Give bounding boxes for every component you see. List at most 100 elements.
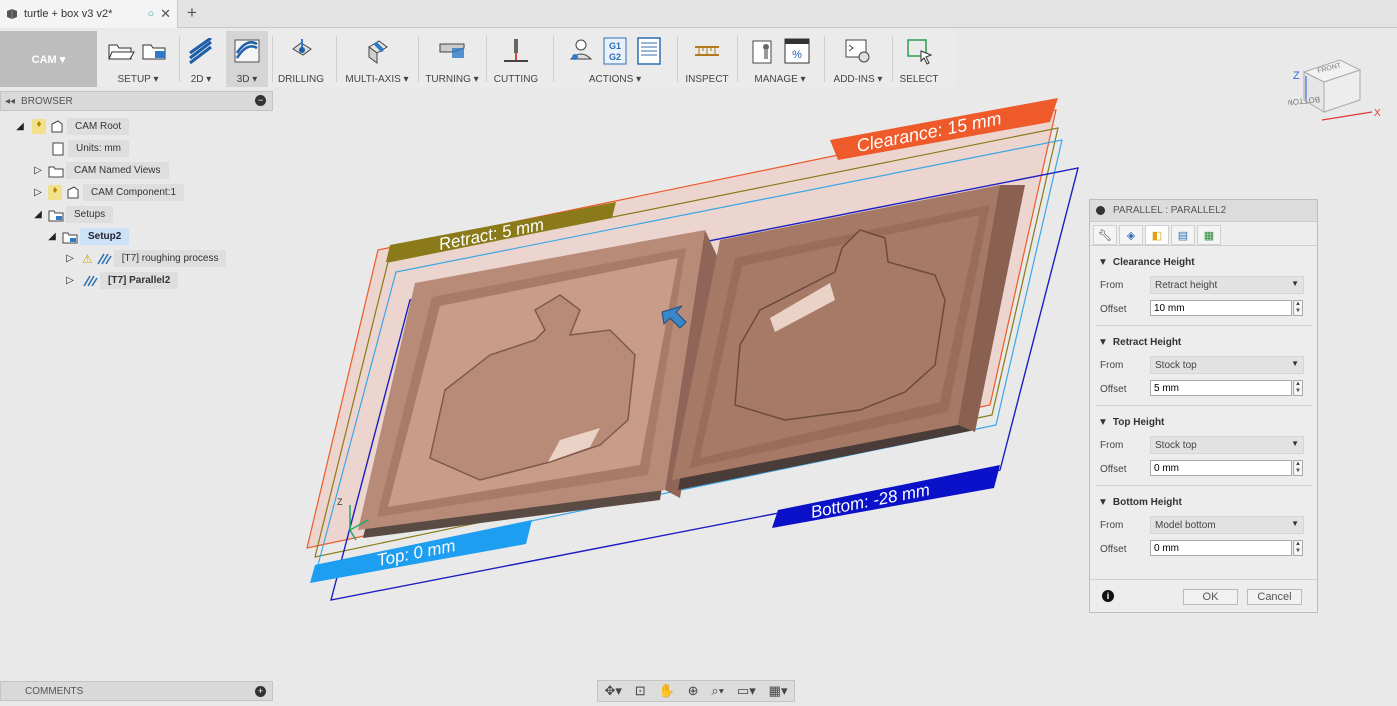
tree-node-parallel2[interactable]: ▷ [T7] Parallel2 — [64, 272, 179, 289]
comments-bar[interactable]: COMMENTS + — [0, 681, 273, 701]
toolbar: CAM ▾ SETUP ▾ 2D ▾ 3D ▾ DRILLING MULTI-A… — [0, 31, 955, 87]
actions-group[interactable]: G1 G2 ACTIONS ▾ — [556, 31, 674, 87]
measure-icon[interactable] — [693, 37, 721, 65]
tree-node-cam-root[interactable]: ◢ ♦ CAM Root — [14, 118, 130, 135]
tree-label: Setups — [66, 206, 114, 223]
cancel-button[interactable]: Cancel — [1247, 589, 1302, 605]
tree-node-named-views[interactable]: ▷ CAM Named Views — [32, 162, 169, 179]
tool-library-icon[interactable] — [749, 37, 777, 65]
look-at-icon[interactable]: ⊡ — [635, 683, 646, 699]
tool-tab-icon[interactable]: 🔧︎ — [1093, 225, 1117, 245]
template-library-icon[interactable]: % — [783, 37, 811, 65]
navigation-bar: ✥▾ ⊡ ✋ ⊕ ⌕▾ ▭▾ ▦▾ — [597, 680, 795, 702]
addins-group[interactable]: ADD-INS ▾ — [827, 31, 889, 87]
add-comment-icon[interactable]: + — [255, 686, 266, 697]
passes-tab-icon[interactable]: ▤ — [1171, 225, 1195, 245]
browser-header[interactable]: ◂◂ BROWSER − — [0, 91, 273, 111]
collapsed-arrow-icon[interactable]: ▷ — [32, 187, 44, 198]
geometry-tab-icon[interactable]: ◈ — [1119, 225, 1143, 245]
dropdown-arrow-icon: ▼ — [1291, 359, 1299, 368]
bottom-from-select[interactable]: Model bottom ▼ — [1150, 516, 1304, 534]
setup-sheet-icon[interactable] — [635, 37, 663, 65]
inspect-group[interactable]: INSPECT — [680, 31, 734, 87]
section-toggle[interactable]: ▼ Clearance Height — [1090, 252, 1317, 272]
2d-toolpath-icon[interactable] — [187, 37, 215, 65]
collapse-browser-icon[interactable]: ◂◂ — [5, 96, 15, 107]
display-settings-icon[interactable]: ▭▾ — [737, 683, 756, 699]
zoom-icon[interactable]: ⊕ — [688, 683, 699, 699]
3d-toolpath-icon[interactable] — [233, 37, 261, 65]
view-cube-x-label: X — [1374, 108, 1381, 119]
cutting-group[interactable]: CUTTING — [489, 31, 543, 87]
spinner-icon[interactable]: ▲ ▼ — [1293, 380, 1303, 396]
from-label: From — [1100, 280, 1124, 291]
section-toggle[interactable]: ▼ Top Height — [1090, 412, 1317, 432]
drill-icon[interactable] — [287, 37, 315, 65]
bottom-height-section: ▼ Bottom Height — [1090, 492, 1317, 512]
section-toggle[interactable]: ▼ Retract Height — [1090, 332, 1317, 352]
tree-node-roughing[interactable]: ▷ ⚠ [T7] roughing process — [64, 250, 227, 267]
retract-offset-input[interactable] — [1150, 380, 1292, 396]
select-icon[interactable] — [905, 37, 933, 65]
spinner-icon[interactable]: ▲ ▼ — [1293, 300, 1303, 316]
post-process-icon[interactable]: G1 G2 — [601, 37, 629, 65]
turning-group[interactable]: TURNING ▾ — [421, 31, 483, 87]
folder-setup-icon[interactable] — [141, 37, 169, 65]
collapsed-arrow-icon[interactable]: ▷ — [64, 275, 76, 286]
ok-button[interactable]: OK — [1183, 589, 1238, 605]
expanded-arrow-icon[interactable]: ◢ — [46, 231, 58, 242]
clearance-offset-input[interactable] — [1150, 300, 1292, 316]
heights-tab-icon[interactable]: ◧ — [1145, 225, 1169, 245]
expanded-arrow-icon[interactable]: ◢ — [32, 209, 44, 220]
close-tab-icon[interactable]: ✕ — [160, 6, 171, 22]
multiaxis-group[interactable]: MULTI-AXIS ▾ — [339, 31, 415, 87]
folder-open-icon[interactable] — [107, 37, 135, 65]
tree-node-cam-component[interactable]: ▷ ♦ CAM Component:1 — [32, 184, 185, 201]
linking-tab-icon[interactable]: ▦ — [1197, 225, 1221, 245]
document-title: turtle + box v3 v2* — [24, 8, 113, 20]
info-icon[interactable]: i — [1102, 590, 1114, 602]
setup-group[interactable]: SETUP ▾ — [100, 31, 176, 87]
bottom-offset-input[interactable] — [1150, 540, 1292, 556]
retract-from-select[interactable]: Stock top ▼ — [1150, 356, 1304, 374]
drilling-group[interactable]: DRILLING — [275, 31, 327, 87]
top-offset-input[interactable] — [1150, 460, 1292, 476]
fit-zoom-icon[interactable]: ⌕▾ — [711, 683, 724, 699]
new-tab-button[interactable]: + — [182, 3, 202, 23]
top-from-select[interactable]: Stock top ▼ — [1150, 436, 1304, 454]
view-cube[interactable]: FRONT BOTTOM Z X — [1285, 58, 1384, 124]
multi-axis-icon[interactable] — [363, 37, 391, 65]
collapsed-arrow-icon[interactable]: ▷ — [64, 253, 76, 264]
collapsed-arrow-icon[interactable]: ▷ — [32, 165, 44, 176]
workspace-switcher-button[interactable]: CAM ▾ — [0, 31, 97, 87]
tree-node-setup2[interactable]: ◢ Setup2 — [46, 228, 130, 245]
dialog-close-icon[interactable] — [1096, 206, 1105, 215]
grid-settings-icon[interactable]: ▦▾ — [769, 683, 788, 699]
turning-icon[interactable] — [438, 37, 466, 65]
section-toggle[interactable]: ▼ Bottom Height — [1090, 492, 1317, 512]
orbit-icon[interactable]: ✥▾ — [604, 683, 621, 699]
simulate-icon[interactable] — [567, 37, 595, 65]
spinner-icon[interactable]: ▲ ▼ — [1293, 460, 1303, 476]
dialog-header[interactable]: PARALLEL : PARALLEL2 — [1090, 200, 1317, 222]
manage-group[interactable]: % MANAGE ▾ — [740, 31, 820, 87]
addins-label: ADD-INS ▾ — [833, 74, 883, 85]
spinner-icon[interactable]: ▲ ▼ — [1293, 540, 1303, 556]
tree-node-setups[interactable]: ◢ Setups — [32, 206, 114, 223]
clearance-from-select[interactable]: Retract height ▼ — [1150, 276, 1304, 294]
scripts-addins-icon[interactable] — [844, 37, 872, 65]
browser-minimize-icon[interactable]: − — [255, 95, 266, 106]
pan-icon[interactable]: ✋ — [659, 683, 675, 699]
comments-title: COMMENTS — [25, 686, 84, 697]
expanded-arrow-icon[interactable]: ◢ — [14, 121, 26, 132]
cutting-icon[interactable] — [502, 37, 530, 65]
visibility-bulb-icon[interactable]: ♦ — [32, 119, 46, 134]
3d-group[interactable]: 3D ▾ — [226, 31, 268, 87]
document-tab[interactable]: turtle + box v3 v2* ○ ✕ — [0, 0, 178, 28]
2d-group[interactable]: 2D ▾ — [182, 31, 220, 87]
tree-node-units[interactable]: Units: mm — [50, 140, 129, 157]
warning-icon: ⚠ — [82, 251, 93, 266]
3d-viewport[interactable]: Clearance: 15 mm Retract: 5 mm Top: 0 mm… — [280, 90, 1090, 610]
select-group[interactable]: SELECT — [895, 31, 943, 87]
visibility-bulb-icon[interactable]: ♦ — [48, 185, 62, 200]
